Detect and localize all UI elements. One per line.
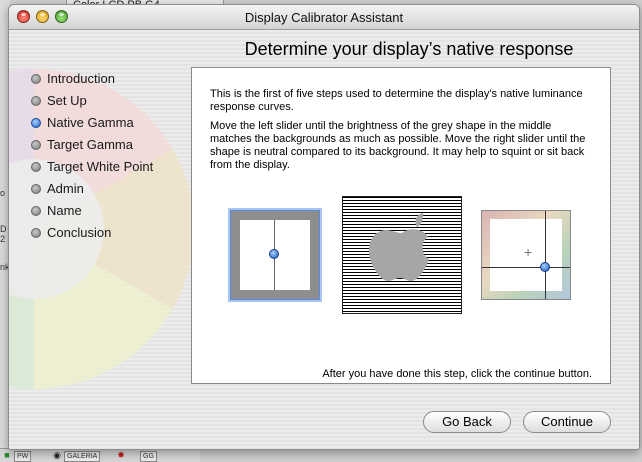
step-label: Introduction [47, 71, 115, 86]
taskbar: ■ PW ◉ GALERIA ✸ GG [0, 448, 200, 462]
step-name: Name [31, 201, 181, 223]
step-set-up: Set Up [31, 91, 181, 113]
step-bullet-icon [31, 228, 41, 238]
step-target-white-point: Target White Point [31, 157, 181, 179]
step-label: Set Up [47, 93, 87, 108]
taskbar-item-pw[interactable]: PW [14, 451, 32, 462]
step-label: Name [47, 203, 82, 218]
step-label: Target White Point [47, 159, 154, 174]
step-bullet-icon [31, 206, 41, 216]
taskbar-item-galeria[interactable]: GALERIA [64, 451, 101, 462]
step-admin: Admin [31, 179, 181, 201]
apple-logo-icon [369, 213, 429, 281]
step-label: Conclusion [47, 225, 112, 240]
step-introduction: Introduction [31, 69, 181, 91]
neutral-color-slider-knob[interactable] [540, 262, 550, 272]
continue-hint: After you have done this step, click the… [322, 368, 592, 380]
intro-text: This is the first of five steps used to … [210, 88, 583, 113]
brightness-slider-area[interactable] [240, 220, 310, 290]
step-bullet-icon [31, 74, 41, 84]
step-current-bullet-icon [31, 118, 41, 128]
step-bullet-icon [31, 96, 41, 106]
plus-icon: + [524, 244, 533, 260]
step-bullet-icon [31, 140, 41, 150]
background-text: o [0, 188, 6, 198]
page-title: Determine your display’s native response [244, 39, 574, 59]
gamma-test-pattern [342, 196, 462, 314]
instructions-text: Move the left slider until the brightnes… [210, 120, 586, 171]
neutral-color-slider-area[interactable]: + [482, 211, 570, 299]
taskbar-item-gg[interactable]: GG [140, 451, 157, 462]
app-icon[interactable]: ◉ [52, 450, 62, 460]
title-bar[interactable]: Display Calibrator Assistant [9, 5, 639, 30]
continue-button[interactable]: Continue [523, 411, 611, 433]
star-icon[interactable]: ✸ [116, 450, 126, 460]
go-back-button[interactable]: Go Back [423, 411, 511, 433]
app-icon[interactable]: ■ [2, 450, 12, 460]
step-label: Native Gamma [47, 115, 134, 130]
neutral-color-slider[interactable]: + [481, 210, 571, 300]
calibrator-window: Display Calibrator Assistant Determine y… [8, 4, 640, 450]
step-label: Admin [47, 181, 84, 196]
step-native-gamma: Native Gamma [31, 113, 181, 135]
content-panel: This is the first of five steps used to … [191, 67, 611, 384]
brightness-slider-knob[interactable] [269, 249, 279, 259]
step-label: Target Gamma [47, 137, 133, 152]
step-conclusion: Conclusion [31, 223, 181, 245]
slider-crosshair-horizontal [482, 267, 570, 268]
step-target-gamma: Target Gamma [31, 135, 181, 157]
step-bullet-icon [31, 184, 41, 194]
brightness-slider[interactable] [230, 210, 320, 300]
slider-crosshair-vertical [545, 211, 546, 299]
step-bullet-icon [31, 162, 41, 172]
window-title: Display Calibrator Assistant [244, 10, 404, 25]
